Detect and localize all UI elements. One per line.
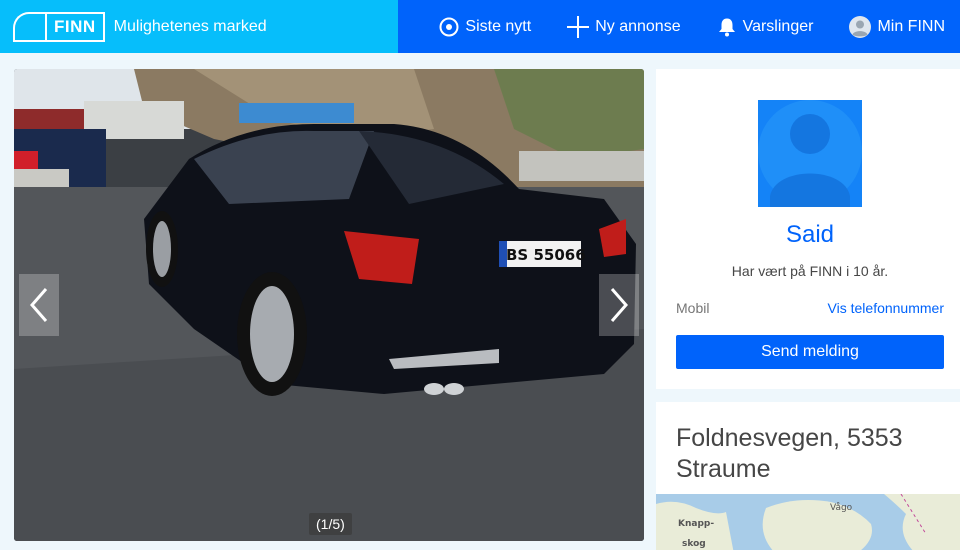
seller-card: Said Har vært på FINN i 10 år. Mobil Vis… (656, 69, 960, 389)
location-card: Foldnesvegen, 5353 Straume Knapp- skog V… (656, 402, 960, 550)
seller-avatar (758, 100, 862, 207)
main-nav: Siste nytt Ny annonse Varslinger Min FIN… (398, 0, 960, 53)
brand-bar: FINN Mulighetenes marked (0, 0, 398, 53)
seller-name[interactable]: Said (656, 221, 960, 249)
map-label-knapp: Knapp- (678, 519, 714, 529)
mobile-label: Mobil (676, 300, 710, 316)
chevron-left-icon (30, 288, 48, 322)
tagline: Mulighetenes marked (113, 17, 267, 35)
gallery-prev-button[interactable] (19, 274, 59, 336)
address-street: Foldnesvegen, 5353 (676, 424, 903, 452)
image-gallery[interactable]: BS 55066 (1/5) (14, 69, 644, 541)
user-avatar-icon (849, 15, 872, 38)
car-photo: BS 55066 (14, 69, 644, 541)
nav-profile[interactable]: Min FINN (849, 15, 945, 38)
member-since-text: Har vært på FINN i 10 år. (731, 263, 889, 279)
nav-latest-news-label: Siste nytt (465, 17, 532, 35)
nav-notifications[interactable]: Varslinger (717, 17, 814, 37)
address: Foldnesvegen, 5353 Straume (676, 423, 946, 485)
top-header: FINN Mulighetenes marked Siste nytt Ny a… (0, 0, 960, 53)
nav-new-ad-label: Ny annonse (595, 17, 681, 35)
address-city: Straume (676, 455, 771, 483)
image-counter: (1/5) (309, 513, 352, 535)
default-user-icon (758, 100, 862, 207)
show-phone-link[interactable]: Vis telefonnummer (828, 300, 944, 316)
nav-new-ad[interactable]: Ny annonse (567, 15, 681, 38)
map-label-skog: skog (682, 539, 706, 549)
logo-arch-shape (13, 11, 45, 42)
finn-logo[interactable]: FINN (13, 11, 105, 42)
license-plate: BS 55066 (506, 246, 586, 264)
plus-icon (567, 15, 590, 38)
nav-latest-news[interactable]: Siste nytt (439, 17, 531, 37)
nav-notifications-label: Varslinger (742, 17, 814, 35)
chevron-right-icon (610, 288, 628, 322)
map-label-vago: Vågo (830, 502, 853, 513)
logo-text: FINN (45, 11, 105, 42)
location-map[interactable]: Knapp- skog Vågo (656, 494, 960, 550)
nav-profile-label: Min FINN (877, 17, 945, 35)
target-icon (439, 17, 459, 36)
gallery-next-button[interactable] (599, 274, 639, 336)
bell-icon (718, 18, 735, 36)
send-message-button[interactable]: Send melding (676, 335, 944, 369)
